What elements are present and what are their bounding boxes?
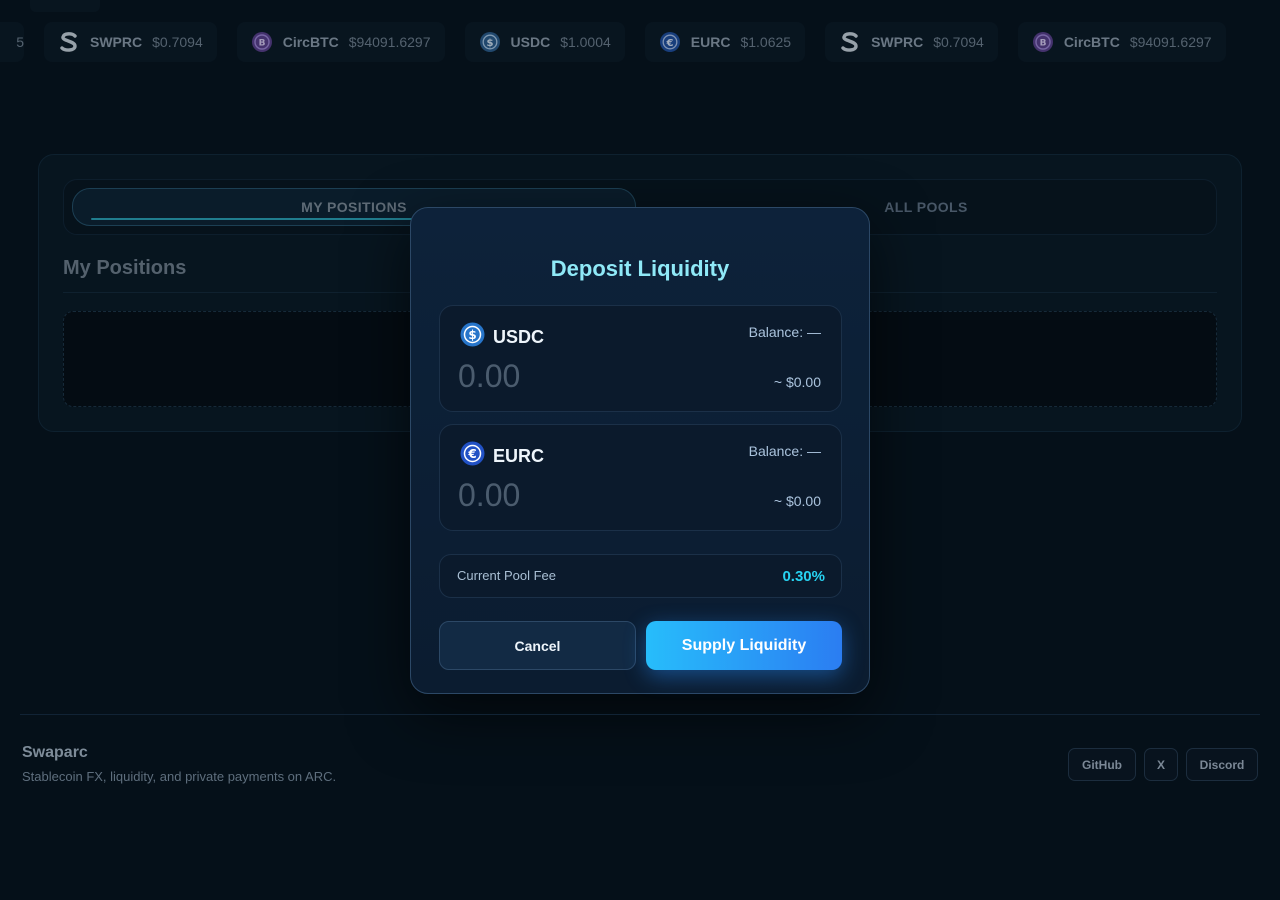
svg-text:$: $: [486, 38, 493, 49]
section-title: My Positions: [63, 257, 187, 279]
ticker-item[interactable]: $ USDC $1.0004: [464, 22, 625, 62]
usdc-amount-input[interactable]: [458, 358, 658, 394]
circbtc-icon: B: [251, 31, 273, 53]
discord-link[interactable]: Discord: [1186, 748, 1258, 781]
usdc-icon: $: [479, 31, 501, 53]
price-ticker: 5 SWPRC $0.7094 B CircBTC $94091.6297 $ …: [0, 0, 1280, 86]
token-balance: Balance: —: [748, 324, 821, 340]
token-header: $ USDC: [460, 322, 544, 352]
tab-my-positions-label: MY POSITIONS: [301, 199, 407, 215]
ticker-symbol: CircBTC: [282, 34, 339, 50]
deposit-liquidity-modal: Deposit Liquidity $ USDC Balance: — ~ $0…: [410, 207, 870, 694]
ticker-symbol: USDC: [510, 34, 551, 50]
ticker-item[interactable]: € EURC $1.0625: [644, 22, 806, 62]
svg-text:B: B: [1039, 39, 1046, 49]
footer-brand: Swaparc: [22, 744, 88, 761]
usdc-icon: $: [460, 322, 485, 352]
ticker-price: $1.0625: [740, 34, 792, 50]
usdc-input-card: $ USDC Balance: — ~ $0.00: [439, 305, 842, 412]
token-name: EURC: [493, 445, 545, 466]
token-name: USDC: [493, 326, 545, 347]
ticker-item[interactable]: SWPRC $0.7094: [825, 22, 998, 62]
svg-text:B: B: [258, 39, 265, 49]
pool-fee-row: Current Pool Fee 0.30%: [439, 554, 842, 598]
ticker-symbol: EURC: [690, 34, 731, 50]
circbtc-icon: B: [1032, 31, 1054, 53]
eurc-input-card: € EURC Balance: — ~ $0.00: [439, 424, 842, 531]
token-usd-value: ~ $0.00: [773, 493, 821, 509]
pool-fee-label: Current Pool Fee: [457, 568, 556, 583]
ticker-price: $94091.6297: [348, 34, 431, 50]
footer-divider: [20, 714, 1260, 715]
ticker-item[interactable]: B CircBTC $94091.6297: [236, 22, 445, 62]
ticker-price: $1.0004: [560, 34, 611, 50]
ticker-price: $94091.6297: [1129, 34, 1212, 50]
ticker-symbol: SWPRC: [871, 34, 924, 50]
eurc-icon: €: [659, 31, 681, 53]
swprc-icon: [58, 31, 80, 53]
ticker-price: $0.7094: [152, 34, 203, 50]
ticker-symbol: CircBTC: [1063, 34, 1120, 50]
tab-all-pools-label: ALL POOLS: [884, 199, 968, 215]
token-balance: Balance: —: [748, 443, 821, 459]
ticker-price: $0.7094: [933, 34, 984, 50]
swprc-icon: [839, 31, 861, 53]
ticker-item[interactable]: B CircBTC $94091.6297: [1017, 22, 1226, 62]
ticker-track: 5 SWPRC $0.7094 B CircBTC $94091.6297 $ …: [0, 22, 1226, 62]
ticker-item[interactable]: 5: [0, 22, 24, 62]
pool-fee-value: 0.30%: [782, 568, 825, 585]
supply-liquidity-button[interactable]: Supply Liquidity: [646, 621, 842, 670]
eurc-icon: €: [460, 441, 485, 471]
x-link[interactable]: X: [1144, 748, 1178, 781]
footer-tagline: Stablecoin FX, liquidity, and private pa…: [22, 769, 337, 784]
ticker-partial-price: 5: [16, 34, 24, 50]
svg-text:$: $: [468, 328, 476, 342]
svg-text:€: €: [467, 447, 476, 461]
ticker-item[interactable]: SWPRC $0.7094: [44, 22, 217, 62]
ticker-symbol: SWPRC: [90, 34, 143, 50]
eurc-amount-input[interactable]: [458, 477, 658, 513]
github-link[interactable]: GitHub: [1068, 748, 1136, 781]
modal-title: Deposit Liquidity: [550, 256, 730, 281]
cancel-button[interactable]: Cancel: [439, 621, 636, 670]
token-usd-value: ~ $0.00: [773, 374, 821, 390]
token-header: € EURC: [460, 441, 544, 471]
svg-text:€: €: [665, 38, 673, 49]
